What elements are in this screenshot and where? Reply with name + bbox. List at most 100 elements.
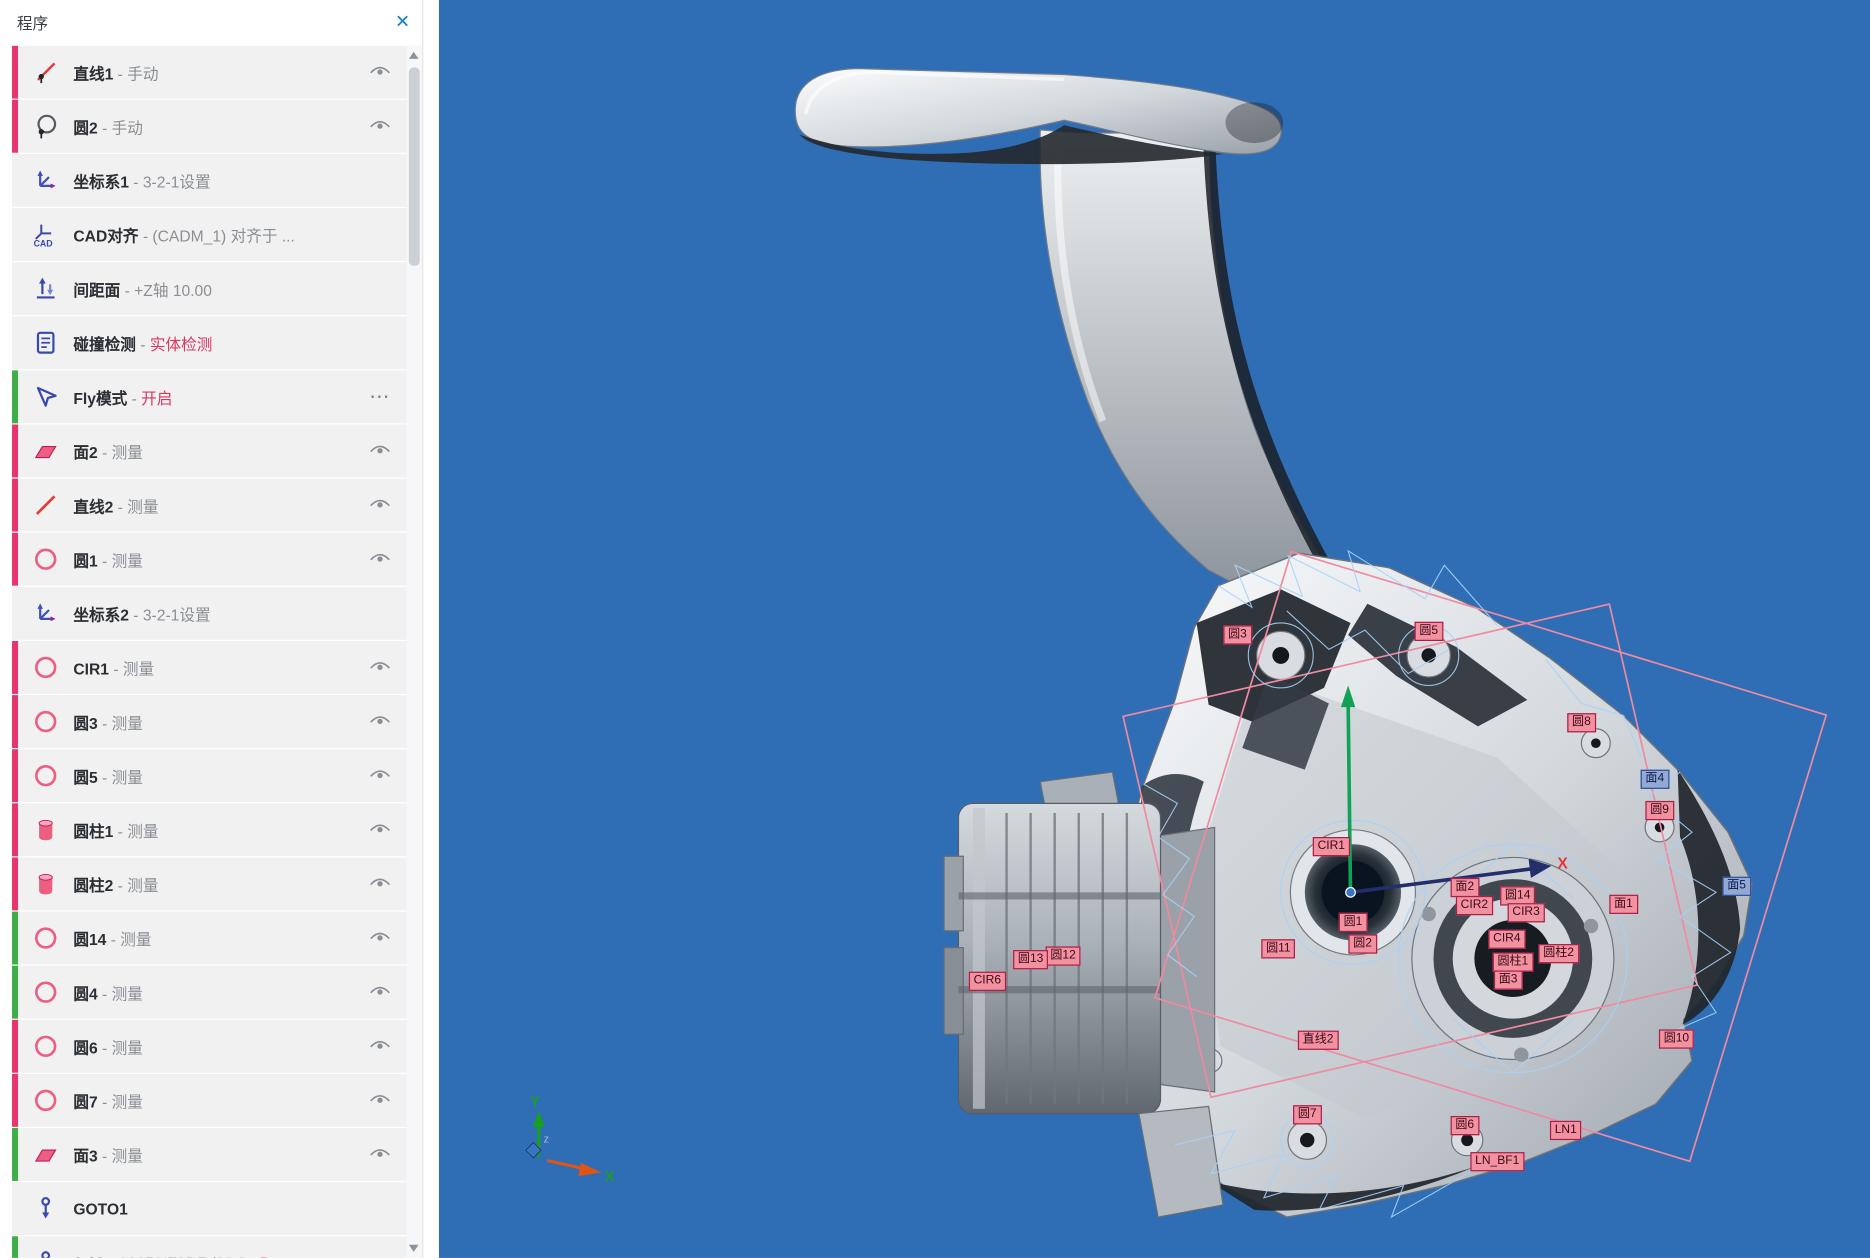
scroll-up-icon[interactable]: [409, 52, 419, 59]
step-label: 面3 - 测量: [73, 1143, 360, 1166]
circle-icon: [30, 652, 61, 683]
program-step[interactable]: 直线1 - 手动: [12, 46, 406, 99]
step-name: 面3: [73, 1147, 97, 1165]
program-step[interactable]: 圆3 - 测量: [12, 695, 406, 748]
more-options-icon[interactable]: ⋯: [369, 385, 392, 409]
line-icon: [30, 489, 61, 520]
measurement-label[interactable]: 直线2: [1298, 1031, 1338, 1050]
measurement-label[interactable]: 面2: [1451, 878, 1479, 897]
visibility-eye-icon[interactable]: [368, 822, 392, 838]
step-suffix-highlight: 实体检测: [150, 335, 213, 353]
program-step[interactable]: 圆7 - 测量: [12, 1074, 406, 1127]
program-step[interactable]: 圆14 - 测量: [12, 912, 406, 965]
measurement-label[interactable]: LN1: [1550, 1121, 1582, 1140]
cylinder-icon: [30, 814, 61, 845]
measurement-label[interactable]: CIR6: [969, 972, 1006, 991]
program-step[interactable]: 圆6 - 测量: [12, 1020, 406, 1073]
measurement-label[interactable]: 圆柱2: [1538, 944, 1578, 963]
visibility-eye-icon[interactable]: [368, 930, 392, 946]
circle-manual-icon: [30, 111, 61, 142]
step-status-bar: [12, 749, 18, 802]
program-step[interactable]: 坐标系1 - 3-2-1设置: [12, 154, 406, 207]
step-label: 面2 - 测量: [73, 440, 360, 463]
step-name: 坐标系1: [73, 173, 129, 191]
step-label: CIR1 - 测量: [73, 656, 360, 679]
measurement-label[interactable]: 圆6: [1451, 1116, 1479, 1135]
program-step[interactable]: 间距面 - +Z轴 10.00: [12, 262, 406, 315]
visibility-eye-icon[interactable]: [368, 1147, 392, 1163]
visibility-eye-icon[interactable]: [368, 118, 392, 134]
measurement-label[interactable]: 圆1: [1339, 913, 1367, 932]
step-label: 直线1 - 手动: [73, 61, 360, 84]
measurement-label[interactable]: CIR4: [1488, 930, 1525, 949]
step-suffix: - 测量: [113, 876, 158, 894]
program-step[interactable]: 圆2 - 手动: [12, 100, 406, 153]
program-step[interactable]: 1-10 - A00PNF3DF (90.0...5: [12, 1236, 406, 1258]
close-icon[interactable]: ✕: [395, 13, 410, 31]
app-window: 程序 ✕ 直线1 - 手动圆2 - 手动坐标系1 - 3-2-1设置CADCAD…: [0, 0, 1870, 1258]
program-step[interactable]: CIR1 - 测量: [12, 641, 406, 694]
step-name: 圆4: [73, 984, 97, 1002]
step-suffix: -: [136, 335, 150, 353]
visibility-eye-icon[interactable]: [368, 768, 392, 784]
program-step[interactable]: 面3 - 测量: [12, 1128, 406, 1181]
step-suffix: - 手动: [113, 64, 158, 82]
measurement-label[interactable]: 面3: [1494, 970, 1522, 989]
program-step[interactable]: 碰撞检测 - 实体检测: [12, 316, 406, 369]
sidebar-scrollbar[interactable]: [406, 46, 422, 1258]
step-suffix: - 测量: [98, 1147, 143, 1165]
program-step[interactable]: 圆4 - 测量: [12, 966, 406, 1019]
plane-icon: [30, 1139, 61, 1170]
program-step[interactable]: CADCAD对齐 - (CADM_1) 对齐于 ...: [12, 208, 406, 261]
visibility-eye-icon[interactable]: [368, 497, 392, 513]
measurement-label[interactable]: 圆12: [1046, 946, 1081, 965]
step-suffix: - 测量: [98, 714, 143, 732]
program-step[interactable]: 直线2 - 测量: [12, 479, 406, 532]
measurement-label[interactable]: 圆13: [1013, 950, 1048, 969]
program-step[interactable]: 圆柱2 - 测量: [12, 857, 406, 910]
measurement-label[interactable]: CIR3: [1508, 903, 1545, 922]
step-name: 坐标系2: [73, 606, 129, 624]
visibility-eye-icon[interactable]: [368, 984, 392, 1000]
visibility-eye-icon[interactable]: [368, 876, 392, 892]
program-step[interactable]: Fly模式 - 开启⋯: [12, 370, 406, 423]
measurement-label[interactable]: 圆11: [1261, 939, 1295, 958]
measurement-label[interactable]: LN_BF1: [1470, 1152, 1524, 1171]
program-step[interactable]: 圆5 - 测量: [12, 749, 406, 802]
measurement-label[interactable]: 圆7: [1293, 1105, 1321, 1124]
visibility-eye-icon[interactable]: [368, 660, 392, 676]
measurement-label[interactable]: 面5: [1722, 877, 1750, 896]
step-label: 圆柱2 - 测量: [73, 872, 360, 895]
step-name: 碰撞检测: [73, 335, 136, 353]
clearance-plane-icon: [30, 273, 61, 304]
measurement-label[interactable]: 面4: [1641, 770, 1669, 789]
step-status-bar: [12, 370, 18, 423]
program-step[interactable]: 坐标系2 - 3-2-1设置: [12, 587, 406, 640]
measurement-label[interactable]: CIR2: [1456, 896, 1493, 915]
visibility-eye-icon[interactable]: [368, 551, 392, 567]
panel-title: 程序: [17, 10, 48, 33]
viewport[interactable]: X Y z X 圆3圆5圆8面4圆9面5面1CIR1面2CIR2圆14CIR3圆…: [439, 0, 1870, 1258]
program-step[interactable]: 圆柱1 - 测量: [12, 803, 406, 856]
measurement-label[interactable]: 圆柱1: [1493, 952, 1533, 971]
visibility-eye-icon[interactable]: [368, 714, 392, 730]
measurement-label[interactable]: CIR1: [1313, 837, 1350, 856]
measurement-label[interactable]: 圆10: [1659, 1029, 1694, 1048]
visibility-eye-icon[interactable]: [368, 1093, 392, 1109]
measurement-label[interactable]: 面1: [1609, 895, 1637, 914]
measurement-label[interactable]: 圆8: [1567, 713, 1595, 732]
measurement-label[interactable]: 圆5: [1415, 622, 1443, 641]
step-name: 圆7: [73, 1093, 97, 1111]
step-label: 圆5 - 测量: [73, 764, 360, 787]
scroll-down-icon[interactable]: [409, 1245, 419, 1252]
visibility-eye-icon[interactable]: [368, 443, 392, 459]
visibility-eye-icon[interactable]: [368, 1038, 392, 1054]
program-step[interactable]: 圆1 - 测量: [12, 533, 406, 586]
measurement-label[interactable]: 圆3: [1223, 625, 1251, 644]
visibility-eye-icon[interactable]: [368, 64, 392, 80]
measurement-label[interactable]: 圆2: [1348, 934, 1376, 953]
measurement-label[interactable]: 圆9: [1645, 801, 1673, 820]
program-step[interactable]: GOTO1: [12, 1182, 406, 1235]
scrollbar-thumb[interactable]: [409, 67, 420, 265]
program-step[interactable]: 面2 - 测量: [12, 425, 406, 478]
